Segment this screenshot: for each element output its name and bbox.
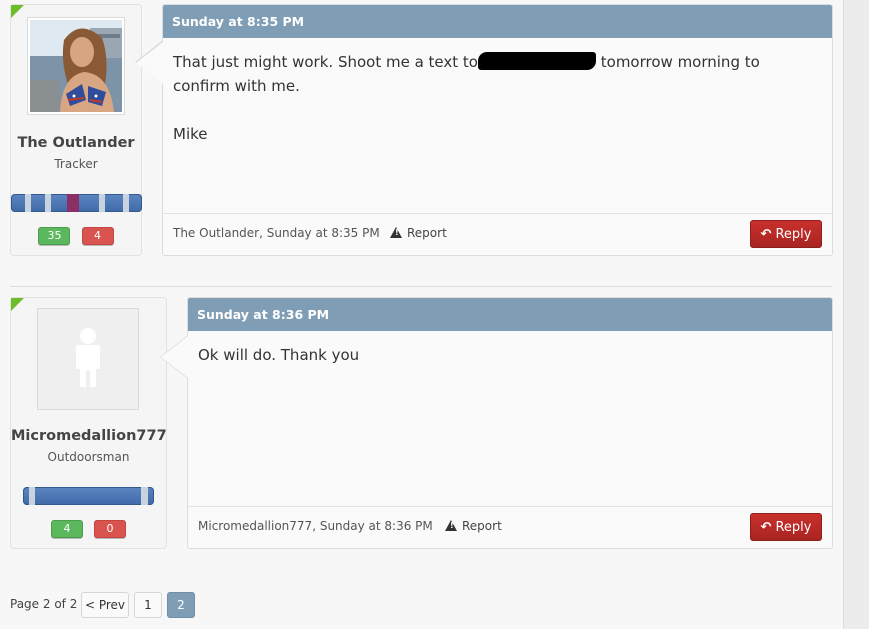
- post-meta[interactable]: The Outlander, Sunday at 8:35 PM: [173, 226, 380, 240]
- report-link[interactable]: Report: [445, 519, 502, 533]
- warning-icon: [445, 520, 457, 531]
- post-meta[interactable]: Micromedallion777, Sunday at 8:36 PM: [198, 519, 433, 533]
- prev-page-button[interactable]: < Prev: [81, 592, 129, 618]
- message-text: That just might work. Shoot me a text to: [173, 53, 478, 71]
- message-body: Ok will do. Thank you: [198, 343, 812, 367]
- username[interactable]: The Outlander: [11, 135, 141, 151]
- page-indicator: Page 2 of 2: [10, 597, 78, 611]
- positive-rating-badge[interactable]: 4: [50, 520, 83, 538]
- message-footer: Micromedallion777, Sunday at 8:36 PM Rep…: [188, 506, 832, 548]
- redaction-mark: [477, 52, 596, 70]
- reply-button[interactable]: ↶ Reply: [750, 220, 822, 248]
- username[interactable]: Micromedallion777: [11, 428, 167, 444]
- reply-label: Reply: [775, 520, 812, 535]
- message-text: confirm with me.: [173, 77, 300, 95]
- page-scroll-rail: [843, 0, 869, 629]
- avatar[interactable]: [27, 17, 125, 115]
- online-indicator-corner: [11, 5, 24, 18]
- negative-rating-badge[interactable]: 0: [94, 520, 127, 538]
- user-title: Outdoorsman: [47, 450, 130, 464]
- reputation-bar: [11, 194, 142, 212]
- reply-label: Reply: [775, 227, 812, 242]
- reply-button[interactable]: ↶ Reply: [750, 513, 822, 541]
- user-info-panel: Micromedallion777 Outdoorsman 4 0: [10, 297, 167, 549]
- report-link[interactable]: Report: [390, 226, 447, 240]
- rating-stats: 35 4: [11, 224, 141, 245]
- reply-arrow-icon: ↶: [760, 227, 772, 242]
- post-divider: [10, 286, 832, 287]
- positive-rating-badge[interactable]: 35: [38, 227, 71, 245]
- online-indicator-corner: [11, 298, 24, 311]
- user-info-panel: The Outlander Tracker 35 4: [10, 4, 142, 256]
- report-label: Report: [407, 226, 447, 240]
- message-signature: Mike: [173, 125, 208, 143]
- message-date[interactable]: Sunday at 8:35 PM: [163, 5, 832, 38]
- message-box: Sunday at 8:35 PM That just might work. …: [136, 4, 833, 256]
- message-footer: The Outlander, Sunday at 8:35 PM Report …: [163, 213, 832, 255]
- reply-arrow-icon: ↶: [760, 520, 772, 535]
- warning-icon: [390, 227, 402, 238]
- message-date[interactable]: Sunday at 8:36 PM: [188, 298, 832, 331]
- message-text: Ok will do. Thank you: [198, 346, 360, 364]
- page-2-button[interactable]: 2: [167, 592, 195, 618]
- message-box: Sunday at 8:36 PM Ok will do. Thank you …: [161, 297, 833, 549]
- message-body: That just might work. Shoot me a text to…: [173, 50, 812, 146]
- rating-stats: 4 0: [11, 517, 166, 538]
- default-user-icon: [76, 328, 100, 387]
- report-label: Report: [462, 519, 502, 533]
- message-text: tomorrow morning to: [600, 53, 760, 71]
- user-title: Tracker: [54, 157, 98, 171]
- page-1-button[interactable]: 1: [134, 592, 162, 618]
- user-photo-image: [30, 20, 122, 112]
- avatar[interactable]: [37, 308, 139, 410]
- reputation-bar: [23, 487, 154, 505]
- negative-rating-badge[interactable]: 4: [81, 227, 114, 245]
